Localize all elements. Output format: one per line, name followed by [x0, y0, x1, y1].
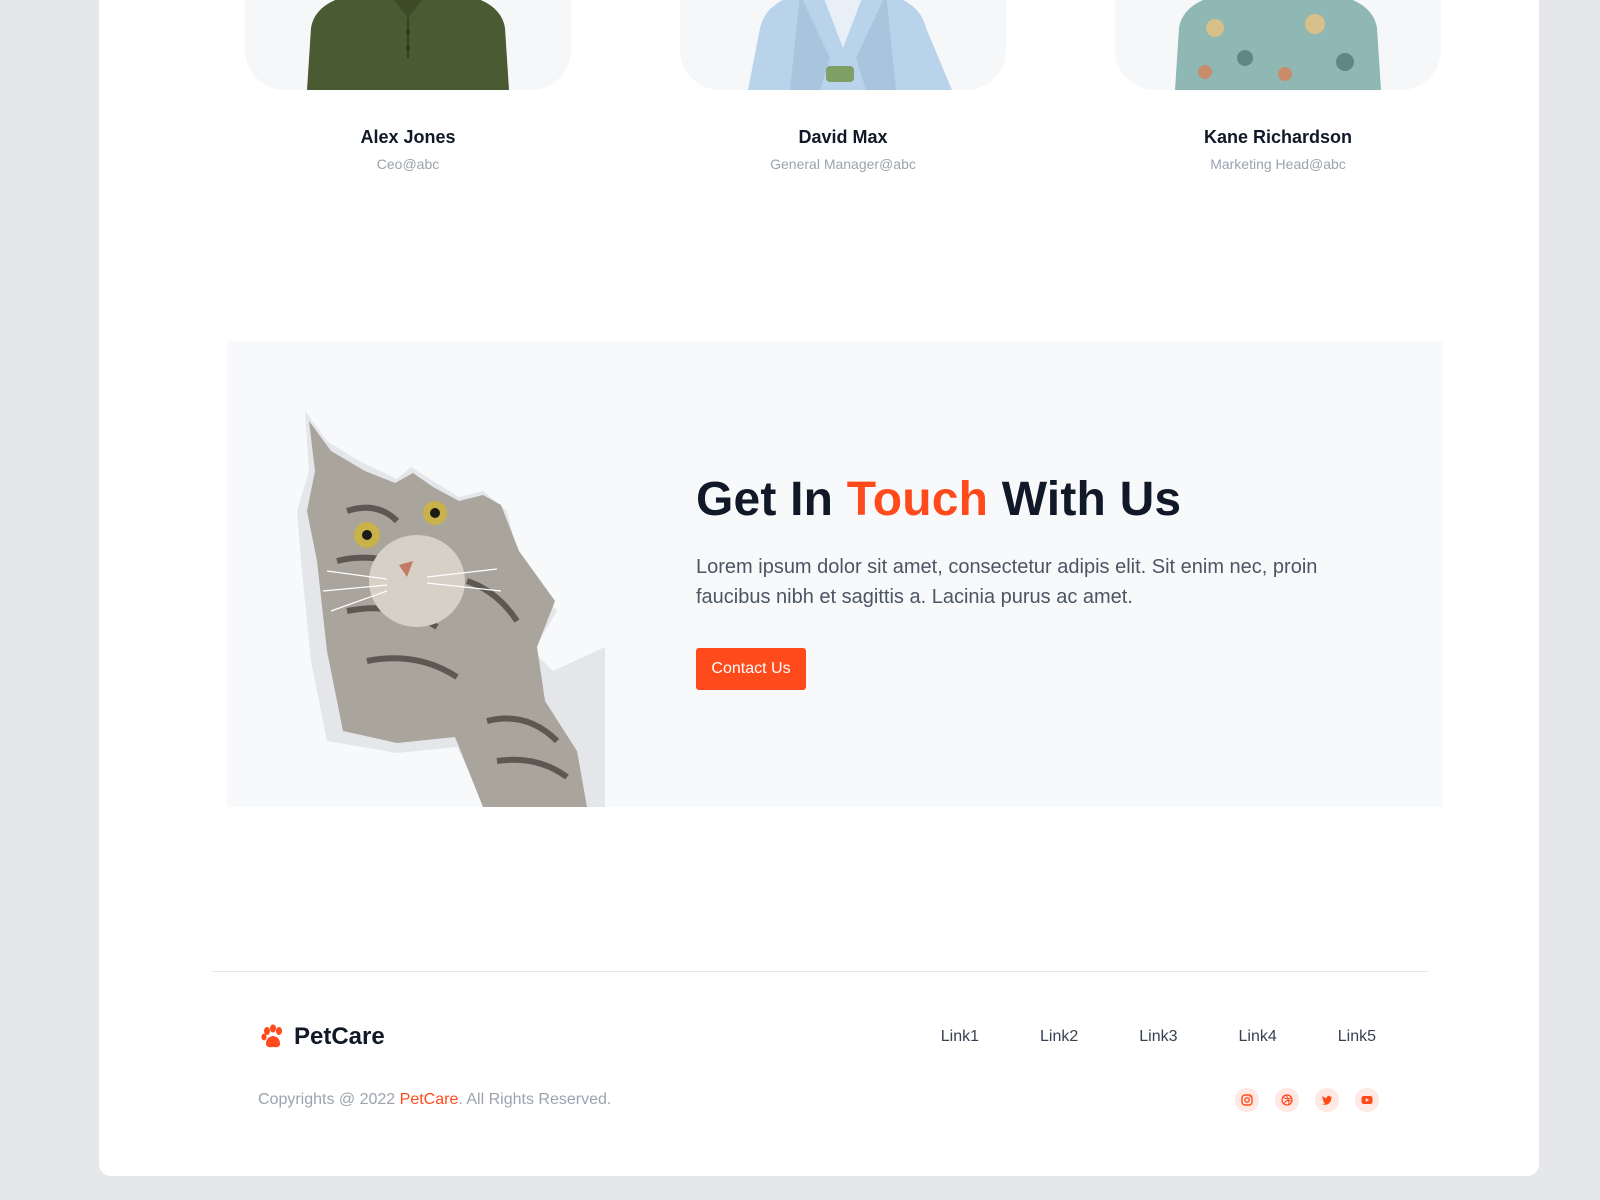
member-name: Alex Jones — [360, 127, 456, 147]
twitter-icon[interactable] — [1315, 1088, 1339, 1112]
page-container: Alex Jones Ceo@abc David Max General Man… — [99, 0, 1539, 1176]
social-links — [1219, 1088, 1379, 1112]
paw-icon — [261, 1024, 282, 1048]
team-card-alex-jones: Alex Jones Ceo@abc — [245, 0, 571, 172]
team-card-kane-richardson: Kane Richardson Marketing Head@abc — [1115, 0, 1441, 172]
member-name: David Max — [798, 127, 888, 147]
contact-title: Get In Touch With Us — [696, 472, 1181, 527]
footer-brand[interactable]: PetCare — [260, 1023, 385, 1051]
footer-link-2[interactable]: Link2 — [1040, 1028, 1078, 1046]
team-card-david-max: David Max General Manager@abc — [680, 0, 1006, 172]
copyright-suffix: . All Rights Reserved. — [458, 1091, 612, 1108]
copyright-prefix: Copyrights @ 2022 — [258, 1091, 400, 1108]
contact-title-accent: Touch — [846, 473, 989, 526]
contact-description: Lorem ipsum dolor sit amet, consectetur … — [696, 556, 1318, 608]
copyright-text: Copyrights @ 2022 PetCare. All Rights Re… — [258, 1091, 611, 1109]
contact-us-button[interactable]: Contact Us — [696, 648, 806, 690]
footer-link-4[interactable]: Link4 — [1239, 1028, 1277, 1046]
person-green-polo-photo — [245, 0, 571, 90]
footer-link-3[interactable]: Link3 — [1139, 1028, 1177, 1046]
person-floral-shirt-photo — [1115, 0, 1441, 90]
contact-section: Get In Touch With Us Lorem ipsum dolor s… — [227, 341, 1443, 807]
contact-title-start: Get In — [696, 473, 847, 526]
cat-tearing-paper-illustration — [297, 411, 605, 807]
member-role: Ceo@abc — [376, 156, 440, 172]
dribbble-icon[interactable] — [1275, 1088, 1299, 1112]
member-role: Marketing Head@abc — [1210, 156, 1346, 172]
member-role: General Manager@abc — [770, 156, 916, 172]
footer-divider — [212, 971, 1428, 972]
footer-link-1[interactable]: Link1 — [941, 1028, 979, 1046]
copyright-brand[interactable]: PetCare — [400, 1091, 459, 1108]
instagram-icon[interactable] — [1235, 1088, 1259, 1112]
footer-link-5[interactable]: Link5 — [1338, 1028, 1376, 1046]
member-name: Kane Richardson — [1203, 127, 1353, 147]
contact-title-end: With Us — [988, 473, 1182, 526]
youtube-icon[interactable] — [1355, 1088, 1379, 1112]
footer-brand-name: PetCare — [294, 1023, 385, 1050]
person-light-blue-blazer-photo — [680, 0, 1006, 90]
footer-links: Link1 Link2 Link3 Link4 Link5 — [880, 1028, 1376, 1046]
